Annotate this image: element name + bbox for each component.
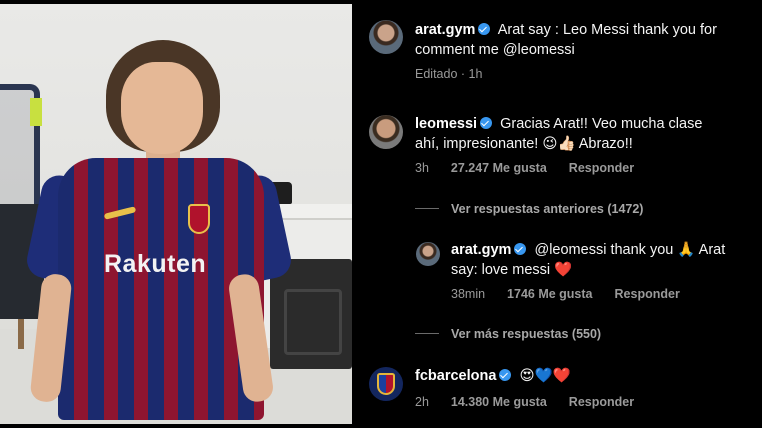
divider-line (415, 333, 439, 334)
reply-time: 38min (451, 287, 486, 301)
username-leomessi[interactable]: leomessi (415, 116, 477, 132)
reply-button[interactable]: Responder (569, 395, 634, 409)
comment-time: 2h (415, 395, 429, 409)
comment-text-line1: Gracias Arat!! Veo mucha clase (500, 116, 703, 132)
reply-button[interactable]: Responder (615, 287, 680, 301)
comment-time: Editado · 1h (415, 67, 483, 81)
comment-arat-gym: arat.gym Arat say : Leo Messi thank you … (415, 20, 755, 60)
red-heart-emoji: ❤️ (552, 368, 571, 384)
avatar-leomessi[interactable] (369, 115, 403, 149)
reply-text-line2: say: love messi (451, 262, 551, 278)
blue-heart-emoji: 💙 (534, 368, 553, 384)
post-photo[interactable]: Rakuten (0, 4, 352, 424)
view-more-replies[interactable]: Ver más respuestas (550) (415, 327, 601, 341)
reply-meta: 38min 1746 Me gusta Responder (451, 287, 680, 301)
comment-fcbarcelona: fcbarcelona 😍💙❤️ (415, 366, 755, 386)
comment-meta: 3h 27.247 Me gusta Responder (415, 161, 634, 175)
reply-arat-gym: arat.gym @leomessi thank you 🙏 Arat say:… (451, 240, 757, 280)
jersey-crest (188, 204, 210, 234)
comment-meta: 2h 14.380 Me gusta Responder (415, 395, 634, 409)
jersey-sponsor-text: Rakuten (104, 250, 207, 278)
view-previous-label: Ver respuestas anteriores (1472) (451, 202, 644, 216)
verified-badge-icon (478, 23, 491, 35)
wink-thumbs-emoji: 😉👍🏻 (542, 136, 576, 152)
heart-eyes-emoji: 😍 (519, 368, 535, 384)
username-arat-gym[interactable]: arat.gym (451, 242, 511, 258)
pray-emoji: 🙏 (677, 242, 696, 258)
divider-line (415, 208, 439, 209)
comment-leomessi: leomessi Gracias Arat!! Veo mucha clase … (415, 114, 755, 154)
avatar-fcbarcelona[interactable] (369, 367, 403, 401)
stove (270, 259, 352, 369)
reply-button[interactable]: Responder (569, 161, 634, 175)
comment-text-end: Abrazo!! (575, 136, 633, 152)
avatar-arat-gym[interactable] (369, 20, 403, 54)
likes-count[interactable]: 1746 Me gusta (507, 287, 592, 301)
reply-text-line1-end: Arat (695, 242, 726, 258)
likes-count[interactable]: 14.380 Me gusta (451, 395, 547, 409)
avatar-arat-gym-reply[interactable] (416, 242, 440, 266)
comment-text-line2: ahí, impresionante! (415, 136, 543, 152)
view-previous-replies[interactable]: Ver respuestas anteriores (1472) (415, 202, 643, 216)
child-face (121, 62, 203, 154)
reply-text-line1: @leomessi thank you (534, 242, 674, 258)
barcelona-crest-icon (377, 373, 395, 395)
red-heart-emoji: ❤️ (554, 262, 573, 278)
username-fcbarcelona[interactable]: fcbarcelona (415, 368, 496, 384)
comment-meta: Editado · 1h (415, 67, 482, 81)
username-arat-gym[interactable]: arat.gym (415, 22, 475, 38)
comments-panel: arat.gym Arat say : Leo Messi thank you … (354, 0, 762, 428)
comment-time: 3h (415, 161, 429, 175)
verified-badge-icon (480, 117, 493, 129)
likes-count[interactable]: 27.247 Me gusta (451, 161, 547, 175)
verified-badge-icon (514, 243, 527, 255)
verified-badge-icon (499, 369, 512, 381)
view-more-label: Ver más respuestas (550) (451, 327, 602, 341)
